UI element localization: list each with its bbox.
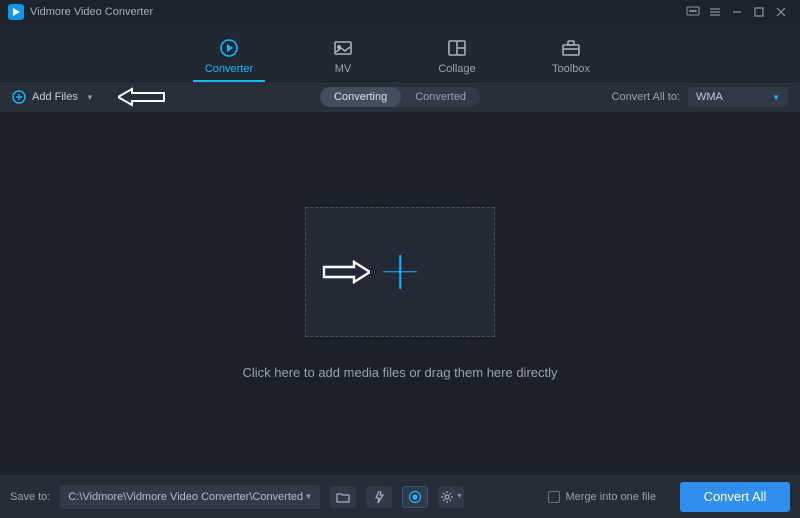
- tab-collage[interactable]: Collage: [427, 37, 487, 81]
- close-button[interactable]: [770, 1, 792, 23]
- drop-area: Click here to add media files or drag th…: [0, 112, 800, 474]
- main-nav: Converter MV Collage Toolbox: [0, 24, 800, 82]
- minimize-button[interactable]: [726, 1, 748, 23]
- bottom-bar: Save to: C:\Vidmore\Vidmore Video Conver…: [0, 474, 800, 518]
- output-format-select[interactable]: WMA ▼: [688, 87, 788, 107]
- toolbar: Add Files ▼ Converting Converted Convert…: [0, 82, 800, 112]
- plus-icon: [383, 255, 417, 289]
- caret-down-icon: ▼: [86, 93, 94, 102]
- output-format-value: WMA: [696, 91, 723, 103]
- merge-label: Merge into one file: [566, 491, 657, 503]
- save-path-value: C:\Vidmore\Vidmore Video Converter\Conve…: [68, 491, 303, 503]
- feedback-icon[interactable]: [682, 1, 704, 23]
- annotation-arrow-icon: [322, 260, 370, 284]
- titlebar: Vidmore Video Converter: [0, 0, 800, 24]
- high-speed-button[interactable]: [402, 486, 428, 508]
- save-to-label: Save to:: [10, 491, 50, 503]
- app-window: Vidmore Video Converter Converter MV Col…: [0, 0, 800, 518]
- hardware-accel-button[interactable]: [366, 486, 392, 508]
- checkbox-icon: [548, 491, 560, 503]
- open-folder-button[interactable]: [330, 486, 356, 508]
- convert-all-button[interactable]: Convert All: [680, 482, 790, 512]
- menu-icon[interactable]: [704, 1, 726, 23]
- mv-icon: [332, 37, 354, 59]
- convert-all-to-label: Convert All to:: [612, 91, 680, 103]
- app-title: Vidmore Video Converter: [30, 6, 153, 18]
- save-path-select[interactable]: C:\Vidmore\Vidmore Video Converter\Conve…: [60, 485, 320, 509]
- tab-converter[interactable]: Converter: [199, 37, 259, 81]
- tab-toolbox-label: Toolbox: [552, 63, 590, 75]
- tab-collage-label: Collage: [438, 63, 475, 75]
- tab-converter-label: Converter: [205, 63, 253, 75]
- app-logo-icon: [8, 4, 24, 20]
- merge-checkbox[interactable]: Merge into one file: [548, 491, 657, 503]
- add-files-label: Add Files: [32, 91, 78, 103]
- converter-icon: [218, 37, 240, 59]
- collage-icon: [446, 37, 468, 59]
- add-files-button[interactable]: Add Files ▼: [12, 90, 94, 104]
- tab-mv[interactable]: MV: [313, 37, 373, 81]
- tab-toolbox[interactable]: Toolbox: [541, 37, 601, 81]
- caret-down-icon: ▼: [772, 93, 780, 102]
- tab-mv-label: MV: [335, 63, 352, 75]
- annotation-arrow-icon: [118, 87, 166, 107]
- status-segment: Converting Converted: [320, 87, 480, 107]
- caret-down-icon: ▼: [304, 492, 312, 501]
- plus-circle-icon: [12, 90, 26, 104]
- toolbox-icon: [560, 37, 582, 59]
- maximize-button[interactable]: [748, 1, 770, 23]
- caret-down-icon: ▼: [456, 493, 463, 500]
- convert-all-to: Convert All to: WMA ▼: [612, 87, 788, 107]
- segment-converted[interactable]: Converted: [401, 87, 480, 107]
- settings-button[interactable]: ▼: [438, 486, 464, 508]
- drop-hint-text: Click here to add media files or drag th…: [242, 365, 557, 380]
- add-media-dropzone[interactable]: [305, 207, 495, 337]
- segment-converting[interactable]: Converting: [320, 87, 401, 107]
